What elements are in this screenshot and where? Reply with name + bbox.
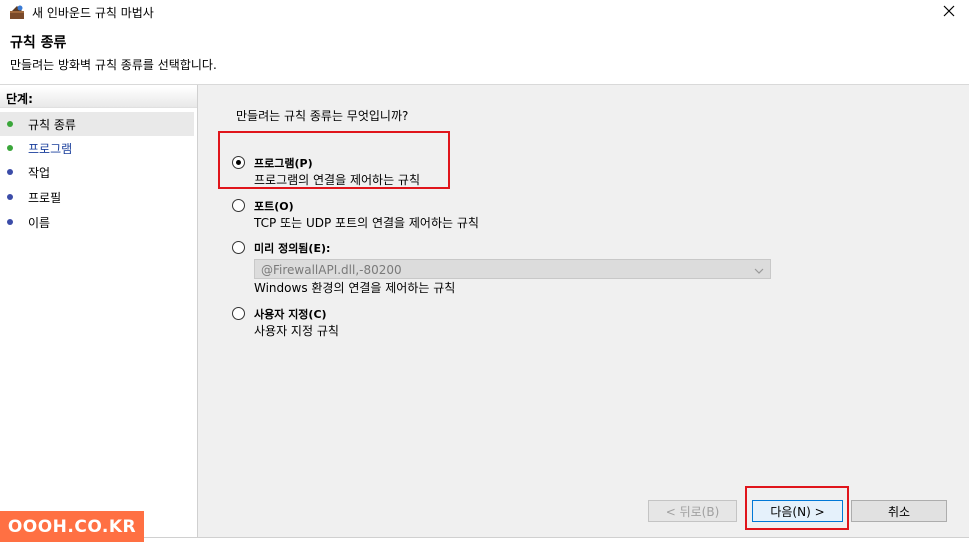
step-status-dot	[7, 169, 13, 175]
predefined-combo[interactable]: @FirewallAPI.dll,-80200	[254, 259, 771, 279]
close-button[interactable]	[929, 0, 969, 24]
steps-title: 단계:	[6, 92, 33, 106]
step-label: 이름	[28, 216, 51, 230]
steps-pane: 단계: 규칙 종류 프로그램 작업 프로필 이름	[0, 85, 198, 542]
step-status-dot	[7, 194, 13, 200]
watermark-badge: OOOH.CO.KR	[0, 511, 144, 542]
steps-header: 단계:	[0, 87, 197, 108]
step-label: 프로필	[28, 191, 62, 205]
firewall-wizard-icon	[9, 4, 25, 20]
custom-radio[interactable]	[232, 307, 245, 320]
step-status-dot	[7, 145, 13, 151]
port-radio[interactable]	[232, 199, 245, 212]
watermark-text: OOOH.CO.KR	[7, 516, 137, 537]
option-label[interactable]: 미리 정의됨(E):	[254, 240, 330, 256]
back-button[interactable]: < 뒤로(B)	[648, 500, 737, 522]
title-bar: 새 인바운드 규칙 마법사	[0, 0, 969, 24]
step-profile[interactable]: 프로필	[0, 185, 194, 209]
step-name[interactable]: 이름	[0, 210, 194, 234]
option-description: Windows 환경의 연결을 제어하는 규칙	[254, 281, 456, 295]
chevron-down-icon	[754, 264, 764, 278]
step-program[interactable]: 프로그램	[0, 136, 194, 160]
next-button-highlight	[745, 486, 849, 530]
rule-type-question: 만들려는 규칙 종류는 무엇입니까?	[236, 109, 409, 123]
step-status-dot	[7, 121, 13, 127]
option-label[interactable]: 포트(O)	[254, 198, 294, 214]
step-status-dot	[7, 219, 13, 225]
step-label: 규칙 종류	[28, 118, 76, 132]
page-subtitle: 만들려는 방화벽 규칙 종류를 선택합니다.	[10, 58, 217, 72]
step-label: 프로그램	[28, 142, 73, 156]
window-title: 새 인바운드 규칙 마법사	[32, 6, 154, 20]
wizard-header: 규칙 종류 만들려는 방화벽 규칙 종류를 선택합니다.	[0, 24, 969, 85]
step-action[interactable]: 작업	[0, 160, 194, 184]
close-icon	[943, 5, 955, 20]
bottom-border	[144, 537, 969, 543]
option-label[interactable]: 사용자 지정(C)	[254, 306, 327, 322]
combo-value: @FirewallAPI.dll,-80200	[261, 263, 402, 277]
step-label: 작업	[28, 166, 51, 180]
option-description: TCP 또는 UDP 포트의 연결을 제어하는 규칙	[254, 216, 479, 230]
cancel-button[interactable]: 취소	[851, 500, 947, 522]
predefined-radio[interactable]	[232, 241, 245, 254]
page-title: 규칙 종류	[10, 35, 67, 51]
step-rule-type[interactable]: 규칙 종류	[0, 112, 194, 136]
program-option-highlight	[218, 131, 450, 189]
option-description: 사용자 지정 규칙	[254, 324, 339, 338]
content-pane: 만들려는 규칙 종류는 무엇입니까? 프로그램(P) 프로그램의 연결을 제어하…	[198, 85, 969, 537]
